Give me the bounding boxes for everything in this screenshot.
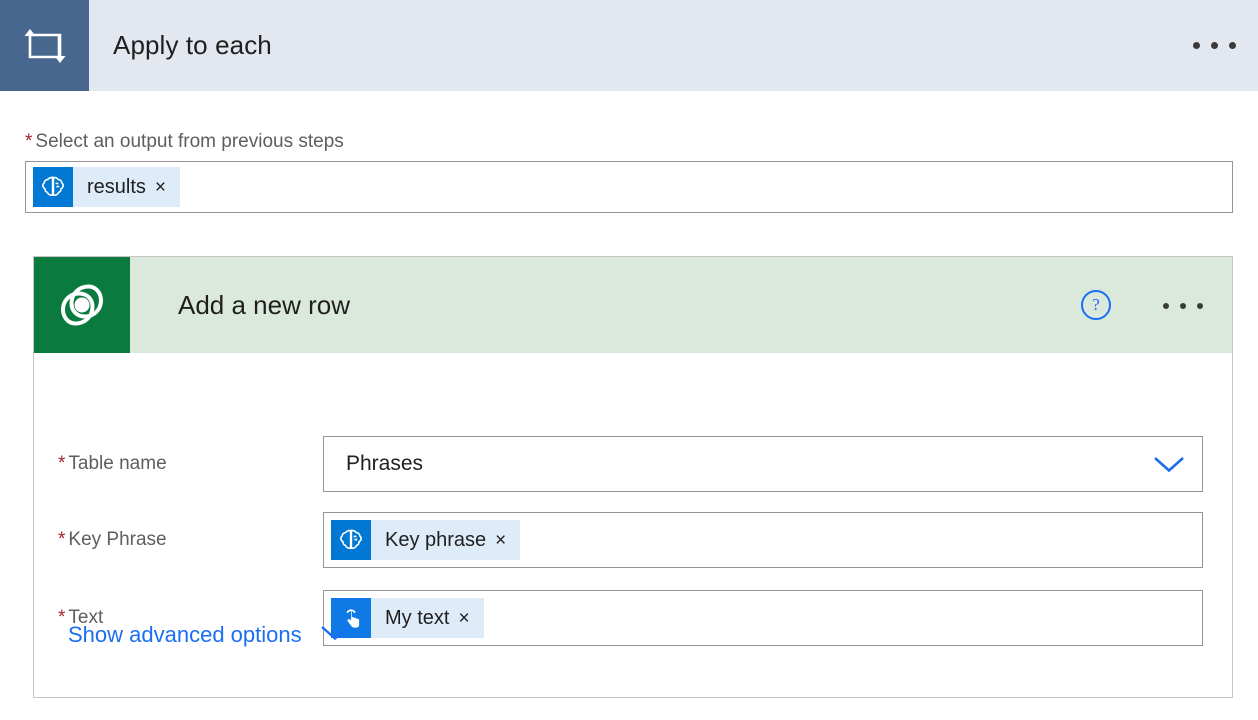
field-row-key-phrase: *Key Phrase Key phras [34,510,1232,570]
chevron-down-icon[interactable] [318,624,352,647]
select-output-label-text: Select an output from previous steps [35,131,343,152]
field-row-table-name: *Table name Phrases [34,434,1232,494]
text-input[interactable]: My text × [323,590,1203,646]
show-advanced-options-label: Show advanced options [68,622,302,648]
apply-to-each-title: Apply to each [89,0,1193,91]
loop-repeat-icon [21,24,69,68]
key-phrase-input[interactable]: Key phrase × [323,512,1203,568]
action-card-overflow-button[interactable] [1163,296,1203,314]
select-output-label: *Select an output from previous steps [25,131,344,153]
cognitive-services-brain-icon [33,167,73,207]
field-label-text: Table name [68,453,166,474]
token-my-text[interactable]: My text × [331,598,484,638]
ellipsis-icon [1193,42,1236,49]
token-remove-icon[interactable]: × [458,609,483,628]
field-label-table-name: *Table name [58,453,167,475]
dataverse-icon [54,277,110,333]
token-label: Key phrase [371,529,495,552]
required-asterisk: * [58,453,65,474]
token-remove-icon[interactable]: × [495,531,520,550]
chevron-down-icon[interactable] [1136,437,1202,491]
cognitive-services-brain-icon [331,520,371,560]
loop-icon-container [0,0,89,91]
apply-to-each-header[interactable]: Apply to each [0,0,1258,91]
required-asterisk: * [25,131,32,152]
apply-to-each-overflow-button[interactable] [1193,0,1258,91]
token-label: results [73,176,155,199]
token-key-phrase[interactable]: Key phrase × [331,520,520,560]
field-label-text: Key Phrase [68,529,166,550]
action-card-header[interactable]: Add a new row ? [34,257,1232,353]
token-remove-icon[interactable]: × [155,178,180,197]
required-asterisk: * [58,607,65,628]
table-name-value: Phrases [346,452,423,476]
show-advanced-options-link[interactable]: Show advanced options [68,622,352,648]
field-label-key-phrase: *Key Phrase [58,529,167,551]
required-asterisk: * [58,529,65,550]
token-label: My text [371,607,458,630]
token-results[interactable]: results × [33,167,180,207]
table-name-dropdown[interactable]: Phrases [323,436,1203,492]
help-icon[interactable]: ? [1081,290,1111,320]
action-card-title: Add a new row [130,257,1081,353]
select-output-input[interactable]: results × [25,161,1233,213]
dataverse-icon-container [34,257,130,353]
ellipsis-icon [1163,303,1203,309]
